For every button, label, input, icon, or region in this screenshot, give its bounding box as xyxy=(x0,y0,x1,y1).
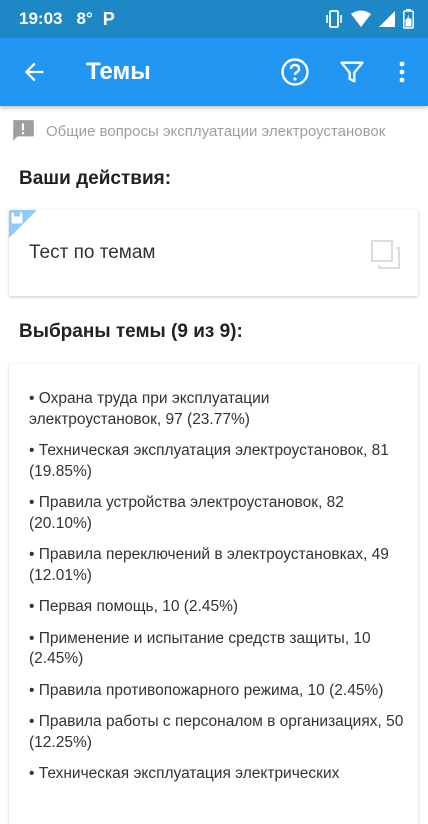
notification-p-icon: P xyxy=(102,8,115,29)
help-circle-icon[interactable] xyxy=(280,57,310,87)
app-bar: Темы xyxy=(0,38,428,106)
vibrate-icon xyxy=(326,10,342,28)
topic-item: • Правила работы с персоналом в организа… xyxy=(29,713,404,751)
copy-icon[interactable] xyxy=(368,237,404,273)
status-temperature: 8° xyxy=(76,9,93,28)
topics-card: • Охрана труда при эксплуатации электроу… xyxy=(9,364,418,824)
topic-item: • Применение и испытание средств защиты,… xyxy=(29,629,371,668)
topic-item: • Техническая эксплуатация электрических xyxy=(29,765,340,782)
topics-list: • Охрана труда при эксплуатации электроу… xyxy=(9,364,418,785)
topic-item: • Правила противопожарного режима, 10 (2… xyxy=(29,681,384,699)
wifi-icon xyxy=(351,10,371,27)
topic-item: • Техническая эксплуатация электроустано… xyxy=(29,442,389,480)
arrow-back-icon[interactable] xyxy=(20,58,48,86)
test-by-topics-label: Тест по темам xyxy=(29,242,156,263)
battery-icon xyxy=(403,9,414,29)
test-by-topics-card[interactable]: Тест по темам xyxy=(9,210,418,296)
comment-alert-icon xyxy=(13,120,34,141)
topics-heading: Выбраны темы (9 из 9): xyxy=(19,321,243,342)
signal-icon xyxy=(379,11,395,27)
status-time: 19:03 xyxy=(19,9,63,28)
filter-icon[interactable] xyxy=(338,58,366,86)
category-text: Общие вопросы эксплуатации электроустано… xyxy=(46,122,386,140)
actions-heading: Ваши действия: xyxy=(19,168,172,189)
topic-item: • Правила переключений в электроустановк… xyxy=(29,546,389,584)
more-vert-icon[interactable] xyxy=(392,58,412,86)
status-bar: 19:03 8° P xyxy=(0,0,428,38)
topic-item: • Первая помощь, 10 (2.45%) xyxy=(29,598,239,615)
save-icon xyxy=(11,212,23,224)
topic-item: • Охрана труда при эксплуатации электроу… xyxy=(29,390,270,428)
page-title: Темы xyxy=(86,58,151,85)
topic-item: • Правила устройства электроустановок, 8… xyxy=(29,494,344,532)
category-row: Общие вопросы эксплуатации электроустано… xyxy=(10,116,428,146)
